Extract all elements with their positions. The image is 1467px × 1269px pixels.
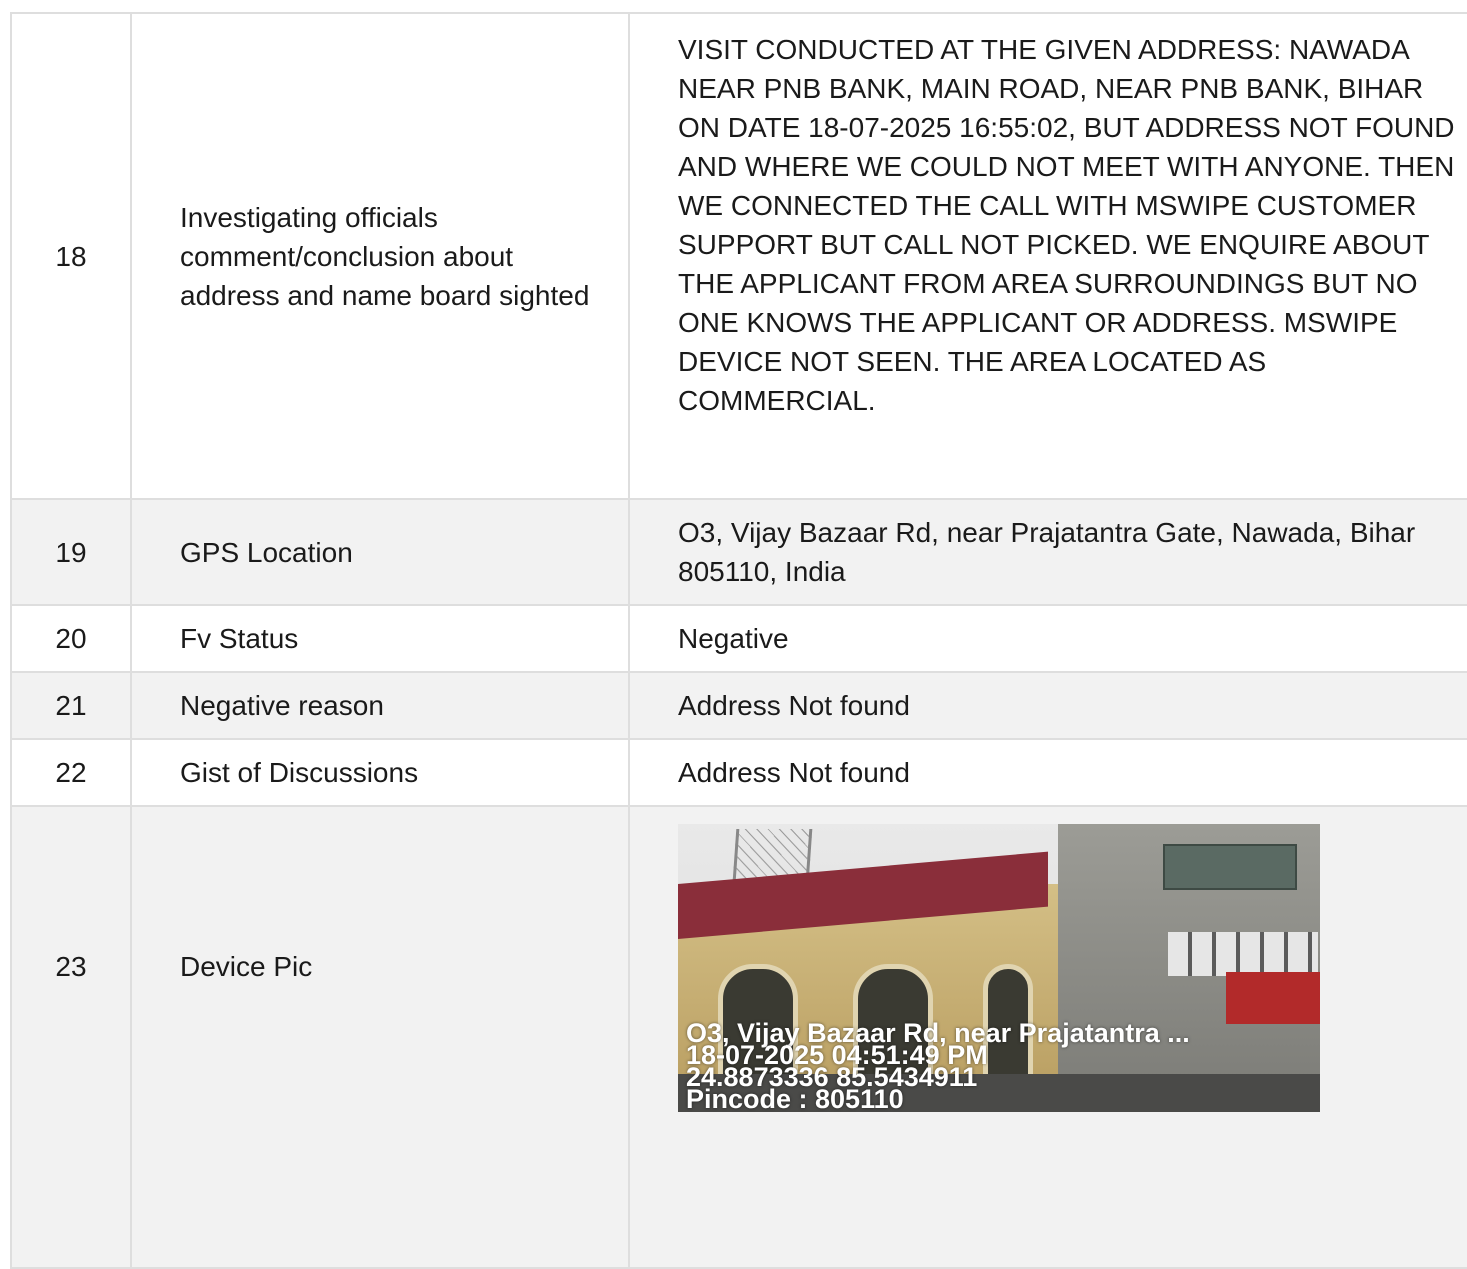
row-label: Gist of Discussions (130, 738, 630, 807)
table-row: 21 Negative reason Address Not found (10, 671, 1467, 740)
row-label: Device Pic (130, 805, 630, 1269)
row-number: 19 (10, 498, 132, 606)
gist-value: Address Not found (628, 738, 1467, 807)
gps-location-value: O3, Vijay Bazaar Rd, near Prajatantra Ga… (628, 498, 1467, 606)
geotag-pincode: Pincode : 805110 (686, 1084, 904, 1113)
row-label: GPS Location (130, 498, 630, 606)
row-number: 22 (10, 738, 132, 807)
table-row: 20 Fv Status Negative (10, 604, 1467, 673)
row-number: 20 (10, 604, 132, 673)
building-windows (1168, 932, 1318, 976)
row-label: Fv Status (130, 604, 630, 673)
fv-status-value: Negative (628, 604, 1467, 673)
red-signboard (1226, 972, 1320, 1024)
device-photo[interactable]: O3, Vijay Bazaar Rd, near Prajatantra ..… (678, 824, 1320, 1112)
officials-comment-value: VISIT CONDUCTED AT THE GIVEN ADDRESS: NA… (628, 12, 1467, 500)
device-pic-cell: O3, Vijay Bazaar Rd, near Prajatantra ..… (628, 805, 1467, 1269)
photo-geotag-overlay: O3, Vijay Bazaar Rd, near Prajatantra ..… (686, 1020, 1190, 1113)
row-number: 21 (10, 671, 132, 740)
row-label: Negative reason (130, 671, 630, 740)
row-number: 23 (10, 805, 132, 1269)
hotel-sign (1163, 844, 1297, 890)
row-number: 18 (10, 12, 132, 500)
table-row: 19 GPS Location O3, Vijay Bazaar Rd, nea… (10, 498, 1467, 606)
table-row: 23 Device Pic O3, Vijay Bazaar Rd, near … (10, 805, 1467, 1269)
table-row: 18 Investigating officials comment/concl… (10, 12, 1467, 500)
negative-reason-value: Address Not found (628, 671, 1467, 740)
verification-table: 18 Investigating officials comment/concl… (10, 12, 1467, 1269)
row-label: Investigating officials comment/conclusi… (130, 12, 630, 500)
table-row: 22 Gist of Discussions Address Not found (10, 738, 1467, 807)
